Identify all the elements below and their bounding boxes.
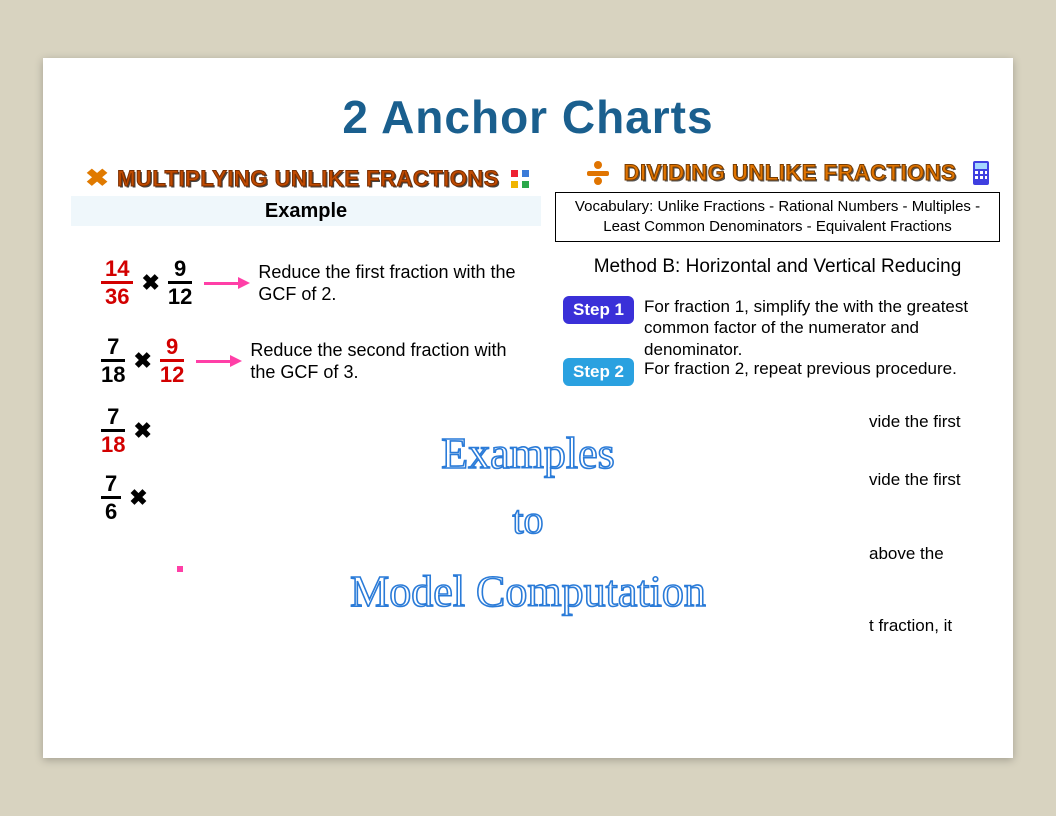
step-note: Reduce the first fraction with the GCF o… xyxy=(258,261,518,306)
fraction-1: 7 18 xyxy=(101,336,125,386)
fraction-row: 7 18 ✖ 9 12 Reduce the second fraction w… xyxy=(101,336,510,386)
fraction-1: 14 36 xyxy=(101,258,133,308)
page-title: 2 Anchor Charts xyxy=(43,90,1013,144)
arrow-icon xyxy=(196,355,242,367)
step-row: Step 1 For fraction 1, simplify the with… xyxy=(563,296,1001,360)
step-note: Reduce the second fraction with the GCF … xyxy=(250,339,510,384)
times-icon: ✖ xyxy=(85,164,109,193)
overlay-line-3: Model Computation xyxy=(43,566,1013,617)
method-b-label: Method B: Horizontal and Vertical Reduci… xyxy=(555,256,1000,278)
anchor-chart-slide: 2 Anchor Charts ✖ MULTIPLYING UNLIKE FRA… xyxy=(43,58,1013,758)
divide-icon xyxy=(587,161,609,185)
color-squares-icon xyxy=(511,170,529,188)
step-1-badge: Step 1 xyxy=(563,296,634,324)
step-row: Step 2 For fraction 2, repeat previous p… xyxy=(563,358,1001,386)
truncated-text: above the xyxy=(869,544,999,564)
right-column-header: DIVIDING UNLIKE FRACTIONS xyxy=(573,160,1003,186)
vocabulary-box: Vocabulary: Unlike Fractions - Rational … xyxy=(555,192,1000,242)
fraction-row: 14 36 ✖ 9 12 Reduce the first fraction w… xyxy=(101,258,518,308)
times-symbol: ✖ xyxy=(133,348,151,374)
overlay-line-1: Examples xyxy=(43,428,1013,479)
step-2-text: For fraction 2, repeat previous procedur… xyxy=(644,358,957,379)
multiplying-fractions-title: MULTIPLYING UNLIKE FRACTIONS xyxy=(117,166,499,192)
step-2-badge: Step 2 xyxy=(563,358,634,386)
fraction-2: 9 12 xyxy=(160,336,184,386)
calculator-icon xyxy=(973,161,989,185)
step-1-text: For fraction 1, simplify the with the gr… xyxy=(644,296,1001,360)
times-symbol: ✖ xyxy=(141,270,159,296)
truncated-text: t fraction, it xyxy=(869,616,999,636)
left-column-header: ✖ MULTIPLYING UNLIKE FRACTIONS xyxy=(73,164,543,193)
arrow-icon xyxy=(204,277,250,289)
example-label: Example xyxy=(71,196,541,226)
dividing-fractions-title: DIVIDING UNLIKE FRACTIONS xyxy=(624,160,957,186)
fraction-2: 9 12 xyxy=(168,258,192,308)
overlay-line-2: to xyxy=(43,496,1013,543)
